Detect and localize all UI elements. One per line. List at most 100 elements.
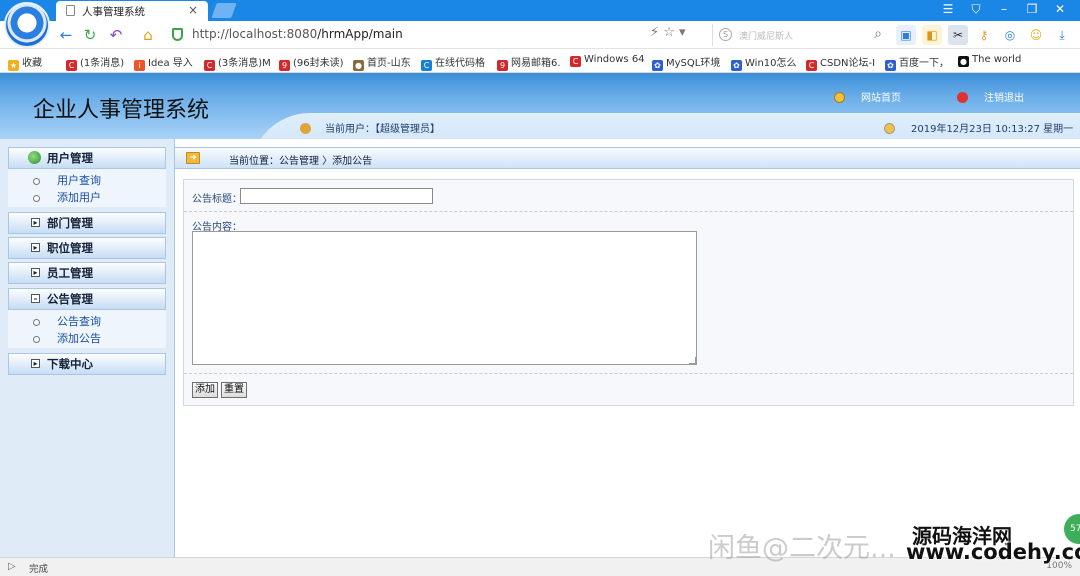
play-icon[interactable]: ▷	[8, 561, 16, 572]
bookmark-item[interactable]: C 在线代码格	[421, 54, 485, 71]
bookmark-favicon-icon: C	[204, 60, 215, 71]
bookmark-favicon-icon: ●	[958, 56, 969, 67]
app-header: 企业人事管理系统 网站首页 注销退出 当前用户：【超级管理员】 2019年12月…	[0, 73, 1080, 139]
page-icon	[66, 5, 75, 16]
content-textarea[interactable]	[192, 231, 697, 365]
menu-group-download: ▸ 下载中心	[8, 353, 166, 375]
menu-head-employee[interactable]: ▸ 员工管理	[8, 262, 166, 284]
emoji-icon[interactable]: ☺	[1026, 25, 1046, 45]
search-engine-icon: S	[719, 28, 732, 41]
add-button[interactable]: 添加	[192, 382, 218, 398]
search-icon[interactable]: ⌕	[874, 26, 882, 42]
browser-tab-active[interactable]: 人事管理系统 ×	[56, 1, 208, 21]
translate-icon[interactable]: ▣	[896, 25, 916, 45]
close-window-icon[interactable]: ✕	[1046, 0, 1074, 21]
bookmark-label: Idea 导入	[148, 58, 193, 69]
tab-close-icon[interactable]: ×	[188, 3, 198, 17]
title-input[interactable]	[240, 188, 433, 204]
title-row: 公告标题：	[184, 180, 1073, 212]
watermark-site-url: www.codehy.com	[906, 540, 1080, 564]
new-tab-button[interactable]	[211, 3, 237, 18]
reset-button[interactable]: 重置	[221, 382, 247, 398]
bookmark-label: (3条消息)M	[218, 58, 271, 69]
bookmark-favicon-icon: C	[421, 60, 432, 71]
bookmark-item[interactable]: i Idea 导入	[134, 54, 193, 71]
scissors-icon[interactable]: ✂	[948, 25, 968, 45]
back-icon[interactable]: ←	[56, 25, 76, 45]
bookmark-label: 百度一下，	[899, 58, 949, 69]
menu-items-user: 用户查询 添加用户	[8, 169, 166, 207]
bookmark-favicon-icon: ●	[353, 60, 364, 71]
menu-head-label: 公告管理	[47, 292, 93, 306]
bookmark-item[interactable]: C (1条消息)	[66, 54, 124, 71]
current-user-label: 当前用户：【超级管理员】	[325, 124, 440, 135]
menu-item-user-query[interactable]: 用户查询	[8, 172, 166, 189]
bookmark-item[interactable]: ✿ 百度一下，	[885, 54, 949, 71]
status-text: 完成	[29, 564, 49, 575]
main-panel: ➜ 当前位置：公告管理 〉添加公告 公告标题： 公告内容： 添加 重置	[174, 139, 1080, 561]
home-icon[interactable]: ⌂	[138, 25, 158, 45]
extension-icons: ▣ ◧ ✂ ⚷ ◎ ☺ ⤓	[896, 25, 1072, 45]
bookmark-item[interactable]: ● 首页-山东	[353, 54, 411, 71]
logout-link[interactable]: 注销退出	[957, 89, 1024, 104]
datetime-text: 2019年12月23日 10:13:27 星期一	[911, 124, 1074, 135]
menu-head-label: 用户管理	[47, 151, 93, 165]
bookmark-item[interactable]: C (3条消息)M	[204, 54, 271, 71]
title-label: 公告标题：	[192, 194, 242, 205]
bookmark-label: 收藏	[22, 58, 42, 69]
refresh-icon[interactable]: ↻	[80, 25, 100, 45]
menu-group-notice: – 公告管理 公告查询 添加公告	[8, 288, 166, 348]
watermark-text: 闲鱼@二次元...	[708, 533, 896, 564]
menu-head-position[interactable]: ▸ 职位管理	[8, 237, 166, 259]
resize-grip-icon[interactable]	[689, 357, 696, 364]
bookmark-favicon-icon: 9	[497, 60, 508, 71]
key-icon[interactable]: ⚷	[974, 25, 994, 45]
browser-tab-bar: 人事管理系统 × ☰ ⛉ – ❐ ✕	[0, 0, 1080, 48]
datetime: 2019年12月23日 10:13:27 星期一	[884, 120, 1073, 135]
bookmark-item[interactable]: ● The world	[958, 54, 1021, 67]
bookmark-item[interactable]: 9 (96封未读)	[279, 54, 344, 71]
app-title: 企业人事管理系统	[33, 98, 210, 123]
bookmark-item[interactable]: C CSDN论坛-I	[806, 54, 875, 71]
bookmark-item[interactable]: ✿ Win10怎么	[731, 54, 797, 71]
url-tools[interactable]: ⚡ ☆ ▾	[650, 25, 686, 40]
undo-icon[interactable]: ↶	[106, 25, 126, 45]
menu-icon[interactable]: ☰	[934, 0, 962, 21]
tab-title: 人事管理系统	[82, 6, 145, 18]
menu-head-user[interactable]: 用户管理	[8, 147, 166, 169]
sidebar-icon[interactable]: ◧	[922, 25, 942, 45]
maximize-icon[interactable]: ❐	[1018, 0, 1046, 21]
menu-head-label: 下载中心	[47, 357, 93, 371]
url-field[interactable]: http://localhost:8080/hrmApp/main	[166, 24, 706, 46]
minimize-icon[interactable]: –	[990, 0, 1018, 21]
search-field[interactable]: S 澳门威尼斯人 ⌕	[712, 24, 888, 46]
menu-item-notice-query[interactable]: 公告查询	[8, 313, 166, 330]
url-host: http://localhost:8080	[192, 27, 318, 41]
bookmark-item[interactable]: 9 网易邮箱6.	[497, 54, 561, 71]
bookmark-item[interactable]: ★ 收藏	[8, 54, 42, 71]
home-link[interactable]: 网站首页	[834, 89, 901, 104]
bookmark-favicon-icon: ✿	[885, 60, 896, 71]
download-icon[interactable]: ⤓	[1052, 25, 1072, 45]
menu-items-notice: 公告查询 添加公告	[8, 310, 166, 348]
radar-icon[interactable]: ◎	[1000, 25, 1020, 45]
menu-item-add-user[interactable]: 添加用户	[8, 189, 166, 206]
menu-head-label: 部门管理	[47, 216, 93, 230]
bookmark-favicon-icon: 9	[279, 60, 290, 71]
sidebar-menu: 用户管理 用户查询 添加用户 ▸ 部门管理 ▸ 职位管理 ▸ 员工管理 – 公告…	[0, 139, 174, 561]
skin-icon[interactable]: ⛉	[962, 0, 990, 21]
bookmark-favicon-icon: i	[134, 60, 145, 71]
menu-head-notice[interactable]: – 公告管理	[8, 288, 166, 310]
url-path: /hrmApp/main	[317, 27, 403, 41]
bookmark-label: (96封未读)	[293, 58, 344, 69]
menu-head-label: 职位管理	[47, 241, 93, 255]
bookmark-favicon-icon: C	[806, 60, 817, 71]
menu-head-download[interactable]: ▸ 下载中心	[8, 353, 166, 375]
bookmark-item[interactable]: ✿ MySQL环境	[652, 54, 720, 71]
menu-item-add-notice[interactable]: 添加公告	[8, 330, 166, 347]
house-icon	[834, 92, 845, 103]
bookmark-item[interactable]: C Windows 64	[570, 54, 645, 67]
logout-link-label: 注销退出	[984, 93, 1024, 104]
user-icon	[300, 123, 311, 134]
menu-head-dept[interactable]: ▸ 部门管理	[8, 212, 166, 234]
